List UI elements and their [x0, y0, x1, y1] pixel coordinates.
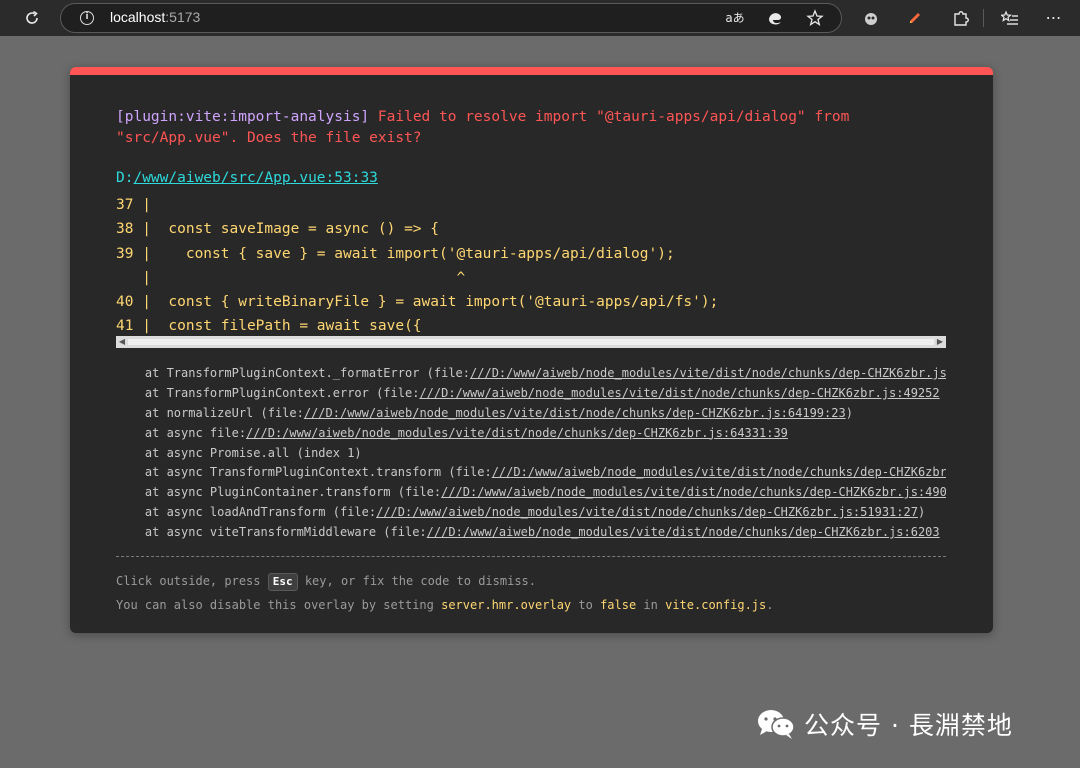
- scrollbar-thumb[interactable]: [128, 339, 934, 345]
- stack-file-link[interactable]: ///D:/www/aiweb/node_modules/vite/dist/n…: [441, 485, 946, 499]
- more-menu-icon[interactable]: ⋯: [1042, 6, 1066, 30]
- setting-name: server.hmr.overlay: [441, 598, 572, 612]
- code-horizontal-scrollbar[interactable]: ◀ ▶: [116, 336, 946, 348]
- stack-file-link[interactable]: ///D:/www/aiweb/node_modules/vite/dist/n…: [304, 406, 846, 420]
- error-file-location: D:/www/aiweb/src/App.vue:53:33: [116, 170, 378, 186]
- code-line: 40 | const { writeBinaryFile } = await i…: [116, 294, 719, 311]
- extension-color-icon[interactable]: [903, 6, 927, 30]
- read-aloud-icon[interactable]: aあ: [723, 6, 747, 30]
- watermark: 公众号 · 長淵禁地: [756, 706, 1013, 742]
- dismiss-tip: Click outside, press Esc key, or fix the…: [116, 573, 536, 591]
- stack-file-link[interactable]: ///D:/www/aiweb/node_modules/vite/dist/n…: [376, 505, 918, 519]
- stack-line: at async loadAndTransform (file:///D:/ww…: [116, 505, 926, 520]
- scroll-right-icon[interactable]: ▶: [934, 336, 946, 348]
- esc-key-badge: Esc: [267, 573, 298, 591]
- tip-separator: [116, 556, 946, 557]
- stack-line: at async Promise.all (index 1): [116, 445, 362, 460]
- stack-file-link[interactable]: ///D:/www/aiweb/node_modules/vite/dist/n…: [492, 465, 946, 479]
- favorite-star-icon[interactable]: [803, 6, 827, 30]
- stack-trace: at TransformPluginContext._formatError (…: [116, 363, 946, 542]
- refresh-icon[interactable]: [20, 6, 44, 30]
- stack-file-link[interactable]: ///D:/www/aiweb/node_modules/vite/dist/n…: [427, 525, 940, 539]
- disable-overlay-tip: You can also disable this overlay by set…: [116, 598, 774, 612]
- stack-line: at TransformPluginContext._formatError (…: [116, 366, 946, 380]
- stack-file-link[interactable]: ///D:/www/aiweb/node_modules/vite/dist/n…: [246, 426, 788, 440]
- scroll-left-icon[interactable]: ◀: [116, 336, 128, 348]
- extension-owl-icon[interactable]: [859, 6, 883, 30]
- stack-line: at async viteTransformMiddleware (file:/…: [116, 525, 940, 540]
- browser-toolbar: i localhost:5173 aあ ⋯: [0, 0, 1080, 36]
- stack-line: at normalizeUrl (file:///D:/www/aiweb/no…: [116, 405, 853, 420]
- stack-line: at TransformPluginContext.error (file://…: [116, 385, 940, 400]
- stack-file-link[interactable]: ///D:/www/aiweb/node_modules/vite/dist/n…: [419, 386, 939, 400]
- edge-browser-icon[interactable]: [763, 6, 787, 30]
- stack-file-link[interactable]: ///D:/www/aiweb/node_modules/vite/dist/n…: [470, 366, 946, 380]
- favorites-list-icon[interactable]: [998, 6, 1022, 30]
- watermark-text: 公众号 · 長淵禁地: [804, 711, 1013, 740]
- config-file-name: vite.config.js: [665, 598, 767, 612]
- toolbar-divider: [983, 9, 984, 27]
- code-line: 38 | const saveImage = async () => {: [116, 221, 440, 238]
- error-file-link[interactable]: /www/aiweb/src/App.vue:53:33: [133, 170, 377, 186]
- error-message: [plugin:vite:import-analysis] Failed to …: [116, 107, 936, 149]
- code-line: 37 |: [116, 197, 151, 213]
- stack-line: at async file:///D:/www/aiweb/node_modul…: [116, 425, 788, 440]
- code-line: | ^: [116, 269, 466, 286]
- address-bar[interactable]: i localhost:5173 aあ: [60, 3, 842, 33]
- url-text[interactable]: localhost:5173: [110, 9, 200, 25]
- site-info-icon[interactable]: i: [80, 11, 94, 25]
- code-line: 39 | const { save } = await import('@tau…: [116, 245, 675, 262]
- extensions-puzzle-icon[interactable]: [949, 6, 973, 30]
- code-frame: 37 | 38 | const saveImage = async () => …: [116, 193, 718, 339]
- stack-line: at async PluginContainer.transform (file…: [116, 485, 946, 500]
- plugin-name: [plugin:vite:import-analysis]: [116, 109, 370, 125]
- stack-line: at async TransformPluginContext.transfor…: [116, 465, 946, 480]
- wechat-logo-icon: [756, 708, 796, 740]
- setting-value: false: [600, 598, 637, 612]
- error-overlay: [plugin:vite:import-analysis] Failed to …: [70, 67, 993, 633]
